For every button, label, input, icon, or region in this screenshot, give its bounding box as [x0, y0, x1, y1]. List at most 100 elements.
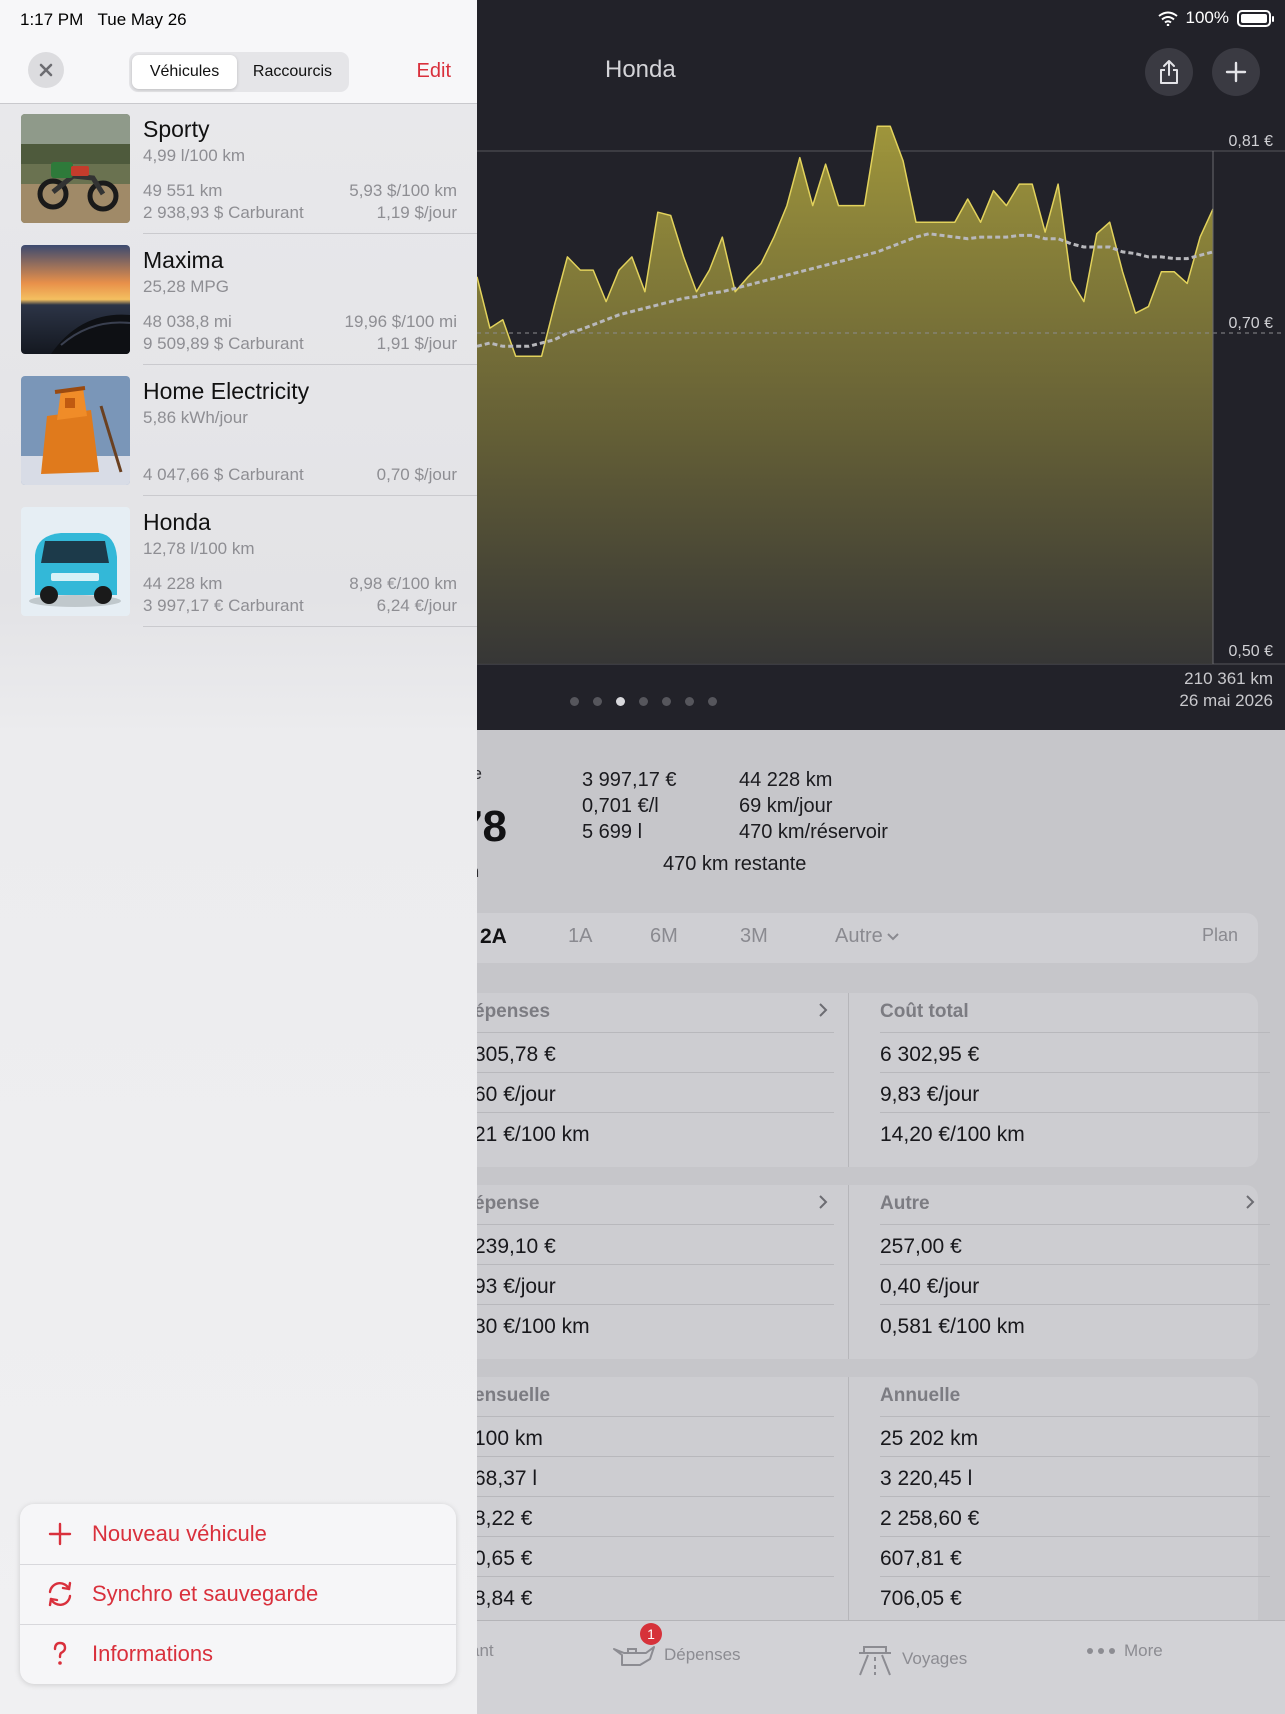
page-dot[interactable]: [662, 697, 671, 706]
stats-value: 0,581 €/100 km: [880, 1315, 1025, 1338]
stats-value: 8,84 €: [474, 1587, 533, 1610]
stats-column-right: Coût total 6 302,95 € 9,83 €/jour 14,20 €/1…: [848, 993, 1270, 1167]
question-icon: [53, 1641, 67, 1665]
y-tick-bottom: 0,50 €: [1228, 643, 1273, 660]
stats-value: 0,40 €/jour: [880, 1275, 980, 1298]
row-divider: [474, 1032, 834, 1033]
segmented-control: Véhicules Raccourcis: [129, 52, 349, 92]
stats-value: 0,65 €: [474, 1547, 533, 1570]
plan-button[interactable]: Plan: [1202, 925, 1238, 946]
row-divider: [880, 1304, 1270, 1305]
stats-value: 239,10 €: [474, 1235, 556, 1258]
sync-backup-button[interactable]: Synchro et sauvegarde: [20, 1564, 456, 1624]
summary-volume: 5 699 l: [582, 821, 643, 843]
stats-column-left[interactable]: épense 239,10 € 93 €/jour 30 €/100 km: [430, 1185, 844, 1359]
stats-card: épense 239,10 € 93 €/jour 30 €/100 km Autre 2…: [430, 1185, 1270, 1359]
summary-remaining: 470 km restante: [663, 853, 807, 875]
row-divider: [474, 1416, 834, 1417]
stats-value: 100 km: [474, 1427, 543, 1450]
stats-column-right[interactable]: Autre 257,00 € 0,40 €/jour 0,581 €/100 km: [848, 1185, 1270, 1359]
row-divider: [474, 1072, 834, 1073]
tab-trips-label: Voyages: [902, 1649, 968, 1668]
information-label: Informations: [92, 1641, 214, 1666]
summary-daily-distance: 69 km/jour: [739, 795, 833, 817]
page-dot[interactable]: [616, 697, 625, 706]
tab-more[interactable]: More: [1086, 1641, 1163, 1661]
segment-vehicles[interactable]: Véhicules: [132, 55, 237, 89]
tab-trips[interactable]: Voyages: [856, 1641, 967, 1677]
stats-value: 93 €/jour: [474, 1275, 556, 1298]
information-button[interactable]: Informations: [20, 1624, 456, 1684]
tab-expenses[interactable]: Dépenses: [610, 1641, 741, 1669]
vehicle-efficiency: 25,28 MPG: [143, 277, 229, 296]
vehicle-row-honda[interactable]: Honda 12,78 l/100 km 44 228 km 8,98 €/10…: [0, 497, 477, 627]
vehicle-photo: [21, 245, 130, 354]
row-divider: [143, 233, 477, 234]
period-other-dropdown[interactable]: Autre: [835, 925, 899, 948]
new-vehicle-button[interactable]: Nouveau véhicule: [20, 1504, 456, 1564]
row-divider: [474, 1456, 834, 1457]
period-6m[interactable]: 6M: [650, 925, 678, 948]
stats-value: 2 258,60 €: [880, 1507, 980, 1530]
vehicle-fuel-cost: 9 509,89 $ Carburant: [143, 334, 304, 353]
row-divider: [474, 1224, 834, 1225]
stats-value: 257,00 €: [880, 1235, 962, 1258]
vehicle-row-home-electricity[interactable]: Home Electricity 5,86 kWh/jour 4 047,66 …: [0, 366, 477, 496]
summary-distance: 44 228 km: [739, 769, 833, 791]
chevron-right-icon: [1245, 1193, 1255, 1216]
stats-heading: Annuelle: [880, 1385, 961, 1406]
new-vehicle-label: Nouveau véhicule: [92, 1521, 267, 1546]
stats-card: épenses 305,78 € 60 €/jour 21 €/100 km Coût …: [430, 993, 1270, 1167]
close-button[interactable]: [28, 52, 64, 88]
vehicle-row-maxima[interactable]: Maxima 25,28 MPG 48 038,8 mi 19,96 $/100…: [0, 235, 477, 365]
expenses-badge: 1: [640, 1623, 662, 1645]
vehicle-fuel-cost: 4 047,66 $ Carburant: [143, 465, 304, 484]
page-dot[interactable]: [570, 697, 579, 706]
vehicle-photo: [21, 114, 130, 223]
vehicle-cost-per-distance: 8,98 €/100 km: [349, 574, 457, 593]
stats-value: 305,78 €: [474, 1043, 556, 1066]
row-divider: [880, 1032, 1270, 1033]
vehicle-row-sporty[interactable]: Sporty 4,99 l/100 km 49 551 km 5,93 $/10…: [0, 104, 477, 234]
stats-column-left[interactable]: épenses 305,78 € 60 €/jour 21 €/100 km: [430, 993, 844, 1167]
vehicle-fuel-cost: 3 997,17 € Carburant: [143, 596, 304, 615]
tab-expenses-label: Dépenses: [664, 1645, 741, 1664]
vehicles-sidebar: 1:17 PM Tue May 26 Véhicules Raccourcis …: [0, 0, 477, 1714]
row-divider: [143, 495, 477, 496]
period-3m[interactable]: 3M: [740, 925, 768, 948]
summary-col-cost: 3 997,17 € 0,701 €/l 5 699 l: [582, 767, 677, 845]
page-dot[interactable]: [708, 697, 717, 706]
summary-total-cost: 3 997,17 €: [582, 769, 677, 791]
row-divider: [143, 364, 477, 365]
road-icon: [859, 1646, 891, 1676]
page-dot[interactable]: [593, 697, 602, 706]
stats-heading: Coût total: [880, 1001, 969, 1022]
period-2a[interactable]: 2A: [480, 925, 507, 949]
vehicle-name: Sporty: [143, 116, 210, 142]
row-divider: [880, 1224, 1270, 1225]
page-dot[interactable]: [639, 697, 648, 706]
vehicle-efficiency: 5,86 kWh/jour: [143, 408, 248, 427]
row-divider: [880, 1456, 1270, 1457]
stats-value: 68,37 l: [474, 1467, 538, 1490]
stats-heading: épenses: [474, 1001, 551, 1022]
row-divider: [474, 1112, 834, 1113]
summary-col-distance: 44 228 km 69 km/jour 470 km/réservoir: [739, 767, 888, 845]
oil-can-icon: [613, 1646, 655, 1666]
close-icon: [39, 63, 53, 77]
sidebar-actions: Nouveau véhicule Synchro et sauvegarde I…: [20, 1504, 456, 1684]
vehicle-cost-per-day: 1,91 $/jour: [376, 334, 457, 353]
row-divider: [880, 1112, 1270, 1113]
period-selector: 2A 1A 6M 3M Autre Plan: [430, 913, 1258, 963]
page-indicator[interactable]: [570, 697, 717, 706]
segment-shortcuts[interactable]: Raccourcis: [239, 55, 346, 89]
stats-value: 14,20 €/100 km: [880, 1123, 1025, 1146]
x-end-date: 26 mai 2026: [1179, 691, 1273, 710]
stats-value: 9,83 €/jour: [880, 1083, 980, 1106]
row-divider: [474, 1264, 834, 1265]
edit-button[interactable]: Edit: [417, 60, 451, 83]
vehicle-distance: 48 038,8 mi: [143, 312, 232, 331]
page-dot[interactable]: [685, 697, 694, 706]
stats-value: 25 202 km: [880, 1427, 979, 1450]
period-1a[interactable]: 1A: [568, 925, 592, 948]
